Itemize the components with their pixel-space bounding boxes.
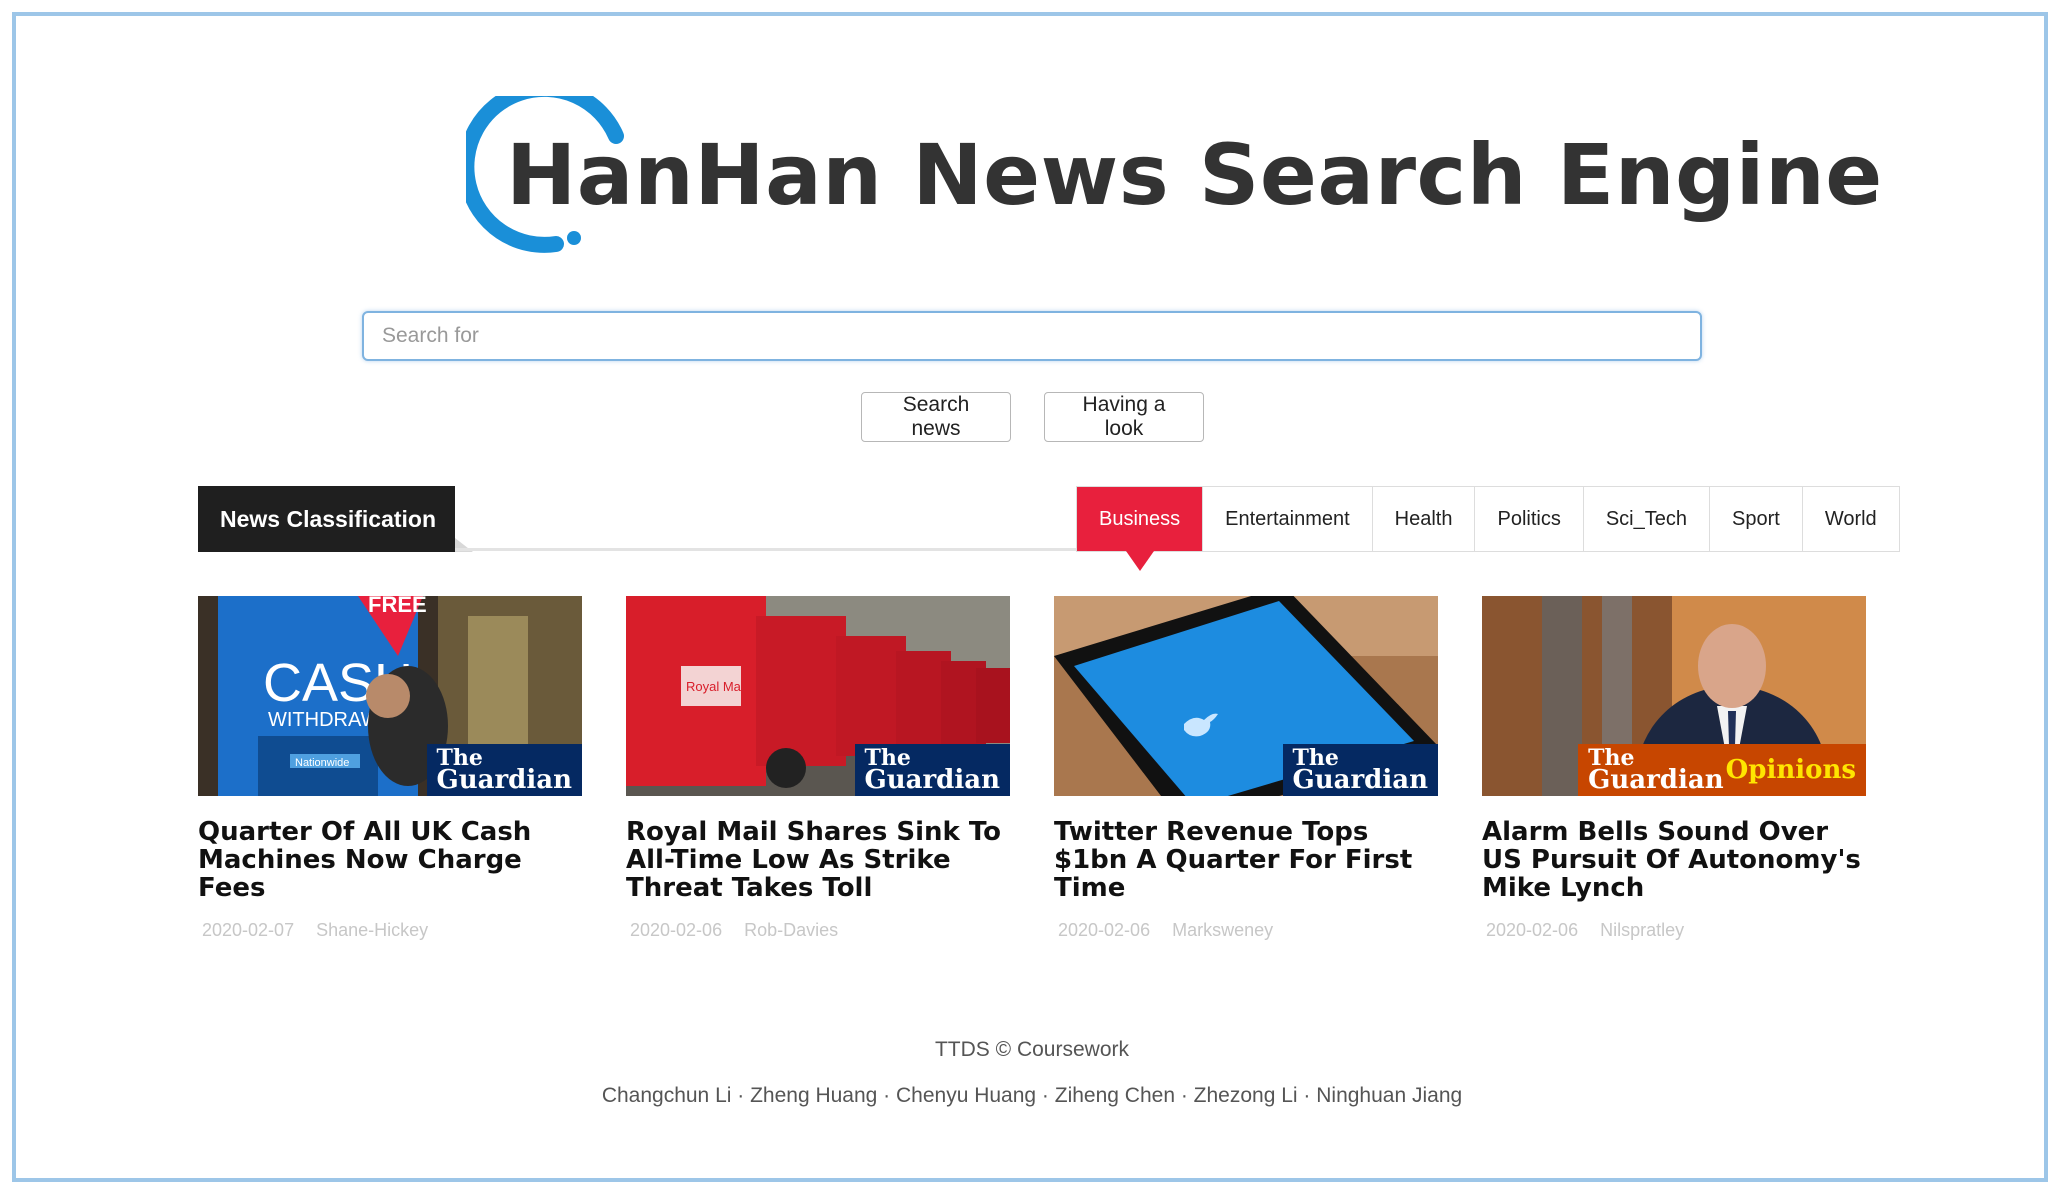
article-date: 2020-02-07: [202, 920, 295, 940]
article-author: Rob-Davies: [744, 920, 839, 940]
image-text: Royal Mail: [686, 679, 747, 694]
article-card[interactable]: The Guardian Opinions Alarm Bells Sound …: [1482, 596, 1866, 941]
article-date: 2020-02-06: [630, 920, 723, 940]
article-title[interactable]: Twitter Revenue Tops $1bn A Quarter For …: [1054, 818, 1438, 902]
news-classification-bar: News Classification Business Entertainme…: [198, 486, 1900, 571]
article-card[interactable]: Royal Mail The Guardian Royal Mail Share…: [626, 596, 1010, 941]
tab-politics[interactable]: Politics: [1475, 487, 1584, 551]
article-meta: 2020-02-06 Rob-Davies: [626, 920, 1010, 941]
guardian-opinions-badge: The Guardian Opinions: [1578, 744, 1866, 796]
article-meta: 2020-02-07 Shane-Hickey: [198, 920, 582, 941]
article-thumbnail[interactable]: FREE CASH WITHDRAWA Nationwide The Guard…: [198, 596, 582, 796]
classification-label: News Classification: [198, 486, 455, 552]
search-input[interactable]: [362, 311, 1702, 361]
footer-authors: Changchun Li · Zheng Huang · Chenyu Huan…: [601, 1084, 1463, 1107]
article-title[interactable]: Royal Mail Shares Sink To All-Time Low A…: [626, 818, 1010, 902]
image-text: FREE: [368, 596, 427, 617]
article-card[interactable]: The Guardian Twitter Revenue Tops $1bn A…: [1054, 596, 1438, 941]
article-grid: FREE CASH WITHDRAWA Nationwide The Guard…: [198, 596, 1866, 941]
guardian-badge: The Guardian: [854, 744, 1010, 796]
article-card[interactable]: FREE CASH WITHDRAWA Nationwide The Guard…: [198, 596, 582, 941]
footer-copyright: TTDS © Coursework: [934, 1038, 1129, 1061]
article-date: 2020-02-06: [1486, 920, 1579, 940]
tab-sci-tech[interactable]: Sci_Tech: [1583, 487, 1710, 551]
tab-world[interactable]: World: [1802, 487, 1899, 551]
article-author: Shane-Hickey: [316, 920, 429, 940]
article-thumbnail[interactable]: The Guardian: [1054, 596, 1438, 796]
image-text: Nationwide: [295, 757, 349, 769]
tab-health[interactable]: Health: [1372, 487, 1476, 551]
article-author: Marksweney: [1172, 920, 1274, 940]
guardian-badge: The Guardian: [426, 744, 582, 796]
article-title[interactable]: Quarter Of All UK Cash Machines Now Char…: [198, 818, 582, 902]
article-date: 2020-02-06: [1058, 920, 1151, 940]
article-thumbnail[interactable]: Royal Mail The Guardian: [626, 596, 1010, 796]
tab-business[interactable]: Business: [1077, 487, 1204, 571]
search-news-button[interactable]: Search news: [861, 392, 1011, 442]
tab-sport[interactable]: Sport: [1710, 487, 1803, 551]
guardian-badge: The Guardian: [1282, 744, 1438, 796]
article-author: Nilspratley: [1600, 920, 1685, 940]
category-tabs: Business Entertainment Health Politics S…: [1076, 486, 1900, 571]
article-meta: 2020-02-06 Nilspratley: [1482, 920, 1866, 941]
article-title[interactable]: Alarm Bells Sound Over US Pursuit Of Aut…: [1482, 818, 1866, 902]
site-title: HanHan News Search Engine: [506, 126, 1883, 224]
tab-entertainment[interactable]: Entertainment: [1203, 487, 1373, 551]
article-meta: 2020-02-06 Marksweney: [1054, 920, 1438, 941]
article-thumbnail[interactable]: The Guardian Opinions: [1482, 596, 1866, 796]
site-logo: HanHan News Search Engine: [466, 96, 1882, 256]
having-a-look-button[interactable]: Having a look: [1044, 392, 1204, 442]
